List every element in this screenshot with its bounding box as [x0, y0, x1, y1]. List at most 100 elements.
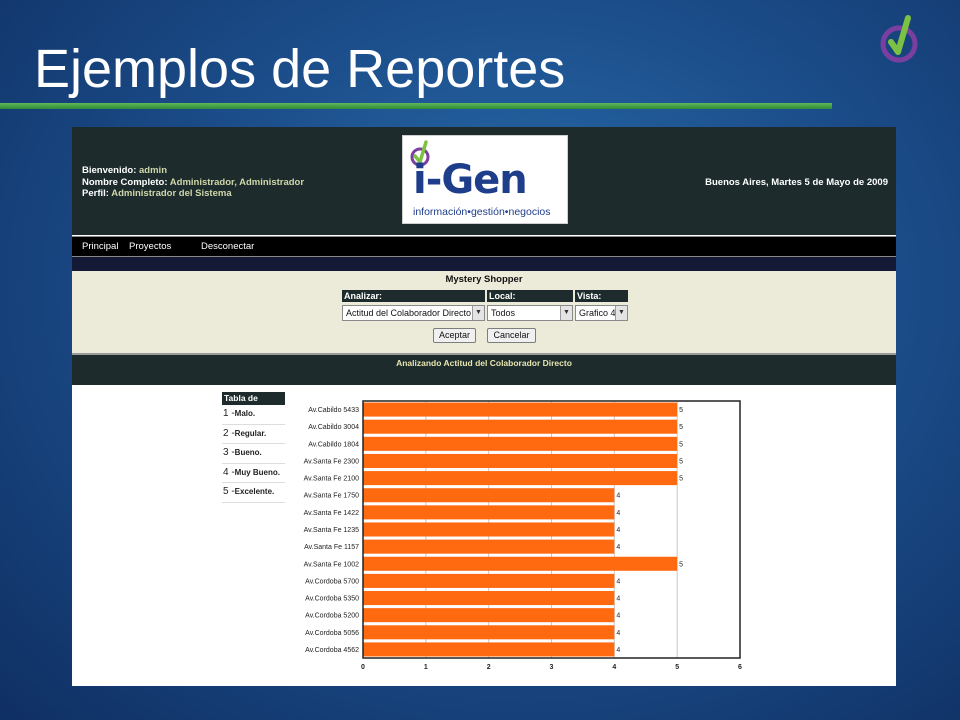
legend-row: 2 -Regular. — [222, 425, 285, 445]
bar — [363, 505, 615, 520]
bar — [363, 642, 615, 657]
header-date: Buenos Aires, Martes 5 de Mayo de 2009 — [705, 177, 888, 188]
x-tick-label: 0 — [361, 664, 365, 671]
category-label: Av.Santa Fe 1157 — [304, 544, 359, 551]
accept-button[interactable]: Aceptar — [433, 328, 476, 343]
vista-select[interactable]: Grafico 4 ▼ — [575, 305, 628, 321]
category-label: Av.Cabildo 3004 — [308, 424, 359, 431]
nav-divider-strip — [72, 257, 896, 271]
form-title: Mystery Shopper — [445, 274, 523, 285]
main-nav: Principal Proyectos Desconectar — [72, 236, 896, 257]
legend-row: 1 -Malo. — [222, 405, 285, 425]
bar — [363, 556, 678, 571]
bar — [363, 488, 615, 503]
user-info: Bienvenido: admin Nombre Completo: Admin… — [82, 165, 304, 200]
nav-item-principal[interactable]: Principal — [82, 241, 118, 252]
slide-title: Ejemplos de Reportes — [34, 39, 566, 99]
data-label: 4 — [616, 493, 620, 500]
profile-label: Perfil: — [82, 188, 109, 199]
title-underline — [0, 103, 832, 109]
category-label: Av.Cabildo 5433 — [308, 407, 359, 414]
data-label: 4 — [616, 527, 620, 534]
bar — [363, 539, 615, 554]
legend-num: 2 — [223, 427, 229, 439]
brand-logo: i-Gen información•gestión•negocios — [402, 135, 568, 224]
data-label: 4 — [616, 647, 620, 654]
legend-label: Muy Bueno. — [234, 467, 281, 477]
fullname-value: Administrador, Administrador — [169, 176, 305, 188]
data-label: 5 — [679, 441, 683, 448]
app-header: Bienvenido: admin Nombre Completo: Admin… — [72, 127, 896, 235]
data-label: 4 — [616, 510, 620, 517]
x-tick-label: 3 — [550, 664, 554, 671]
category-label: Av.Cordoba 5056 — [305, 630, 359, 637]
x-tick-label: 1 — [424, 664, 428, 671]
category-label: Av.Cordoba 5700 — [305, 578, 359, 585]
category-label: Av.Cabildo 1804 — [308, 441, 359, 448]
category-label: Av.Cordoba 4562 — [305, 647, 359, 654]
legend-row: 3 -Bueno. — [222, 444, 285, 464]
nav-item-proyectos[interactable]: Proyectos — [129, 241, 171, 252]
data-label: 5 — [679, 407, 683, 414]
x-tick-label: 4 — [612, 664, 616, 671]
analizar-select[interactable]: Actitud del Colaborador Directo ▼ — [342, 305, 485, 321]
data-label: 5 — [679, 561, 683, 568]
legend-title: Tabla de Valores — [222, 392, 285, 416]
bar — [363, 522, 615, 537]
x-tick-label: 5 — [675, 664, 679, 671]
analizar-label: Analizar: — [342, 290, 485, 302]
data-label: 4 — [616, 613, 620, 620]
nav-item-desconectar[interactable]: Desconectar — [201, 241, 254, 252]
data-label: 4 — [616, 630, 620, 637]
category-label: Av.Santa Fe 1750 — [304, 493, 359, 500]
legend-label: Excelente. — [234, 487, 275, 497]
chevron-down-icon: ▼ — [615, 306, 627, 320]
analysis-title: Analizando Actitud del Colaborador Direc… — [396, 358, 572, 368]
data-label: 4 — [616, 596, 620, 603]
bar — [363, 419, 678, 434]
profile-value: Administrador del Sistema — [111, 188, 232, 199]
x-tick-label: 2 — [487, 664, 491, 671]
category-label: Av.Cordoba 5200 — [305, 613, 359, 620]
welcome-value: admin — [139, 165, 167, 176]
brand-name: i-Gen — [413, 157, 528, 203]
bar — [363, 436, 678, 451]
legend-label: Bueno. — [234, 448, 262, 458]
legend-label: Regular. — [234, 428, 267, 438]
data-label: 5 — [679, 458, 683, 465]
category-label: Av.Santa Fe 2100 — [304, 476, 359, 483]
bar — [363, 591, 615, 606]
chevron-down-icon: ▼ — [560, 306, 572, 320]
analizar-selected-value: Actitud del Colaborador Directo — [346, 308, 472, 318]
chevron-down-icon: ▼ — [472, 306, 484, 320]
category-label: Av.Santa Fe 1235 — [304, 527, 359, 534]
bar — [363, 402, 678, 417]
bar — [363, 453, 678, 468]
legend-row: 4 -Muy Bueno. — [222, 464, 285, 484]
chart-container: Av.Cabildo 5433 5 Av.Cabildo 3004 5 Av.Cabil… — [290, 390, 749, 686]
brand-tagline: información•gestión•negocios — [413, 206, 551, 218]
data-label: 5 — [679, 476, 683, 483]
legend-num: 3 — [223, 447, 229, 459]
data-label: 4 — [616, 544, 620, 551]
welcome-label: Bienvenido: — [82, 165, 137, 176]
legend-label: Malo. — [234, 409, 256, 418]
cancel-button[interactable]: Cancelar — [487, 328, 536, 343]
legend-row: 5 -Excelente. — [222, 483, 285, 503]
analysis-header: Analizando Actitud del Colaborador Direc… — [72, 355, 896, 385]
bar — [363, 471, 678, 486]
bar — [363, 573, 615, 588]
category-label: Av.Santa Fe 1002 — [304, 561, 359, 568]
igen-checkmark-logo-icon — [880, 15, 918, 63]
bar-chart: Av.Cabildo 5433 5 Av.Cabildo 3004 5 Av.Cabil… — [304, 400, 742, 671]
filter-form: Mystery Shopper Analizar: Actitud del Co… — [72, 271, 896, 353]
local-selected-value: Todos — [491, 308, 516, 318]
x-tick-label: 6 — [738, 664, 742, 671]
local-select[interactable]: Todos ▼ — [487, 305, 573, 321]
category-label: Av.Santa Fe 1422 — [304, 510, 359, 517]
data-label: 5 — [679, 424, 683, 431]
category-label: Av.Santa Fe 2300 — [304, 458, 359, 465]
local-label: Local: — [487, 290, 573, 302]
bar — [363, 608, 615, 623]
vista-label: Vista: — [575, 290, 628, 302]
